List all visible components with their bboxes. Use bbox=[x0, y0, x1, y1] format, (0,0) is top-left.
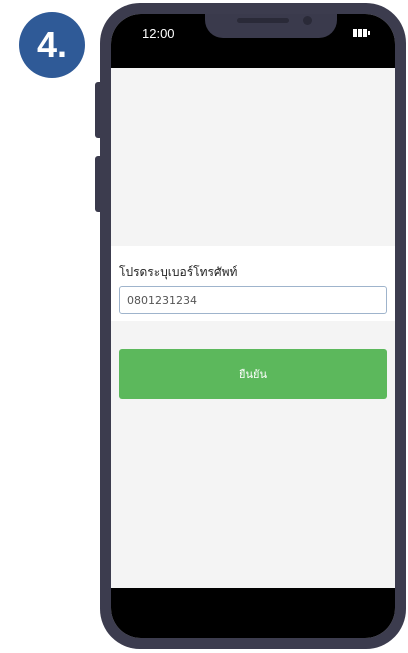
phone-notch bbox=[205, 14, 337, 38]
phone-number-label: โปรดระบุเบอร์โทรศัพท์ bbox=[119, 265, 238, 279]
phone-screen: 12:00 โปรดระบุเบอร์โทรศัพท์ ยืนยัน bbox=[111, 14, 395, 638]
battery-tip bbox=[368, 31, 370, 35]
step-number-badge: 4. bbox=[19, 12, 85, 78]
status-bar: 12:00 bbox=[111, 14, 395, 68]
status-time: 12:00 bbox=[142, 26, 175, 41]
battery-icon bbox=[353, 29, 367, 37]
tutorial-illustration: 4. 12:00 โปรดระบุเบอร์โทรศัพท์ ยืนยัน bbox=[0, 0, 408, 653]
front-camera-icon bbox=[303, 16, 312, 25]
phone-number-input[interactable] bbox=[119, 286, 387, 314]
home-indicator-bar bbox=[111, 588, 395, 638]
speaker-grille bbox=[237, 18, 289, 23]
confirm-button[interactable]: ยืนยัน bbox=[119, 349, 387, 399]
